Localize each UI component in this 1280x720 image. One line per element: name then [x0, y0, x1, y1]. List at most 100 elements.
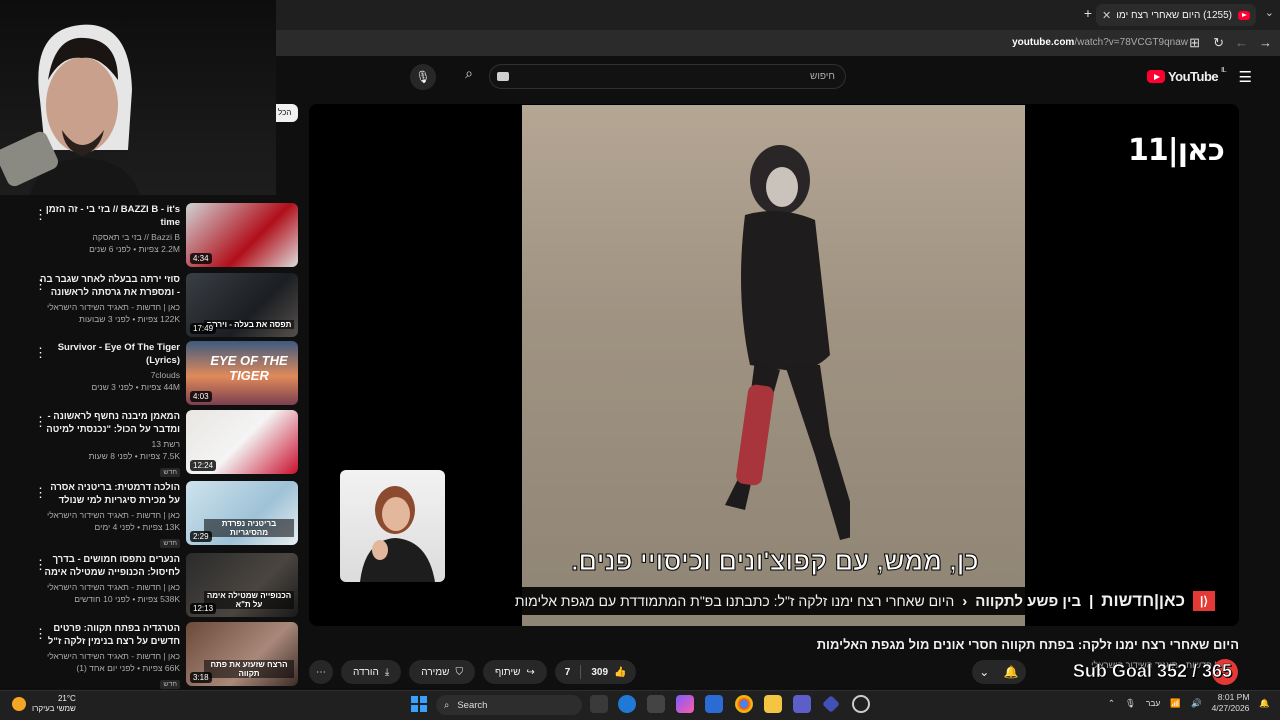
duration-badge: 4:03: [190, 391, 212, 402]
list-item[interactable]: בריטניה נפרדת מהסיגריות 2:29 הולכה דרמטי…: [30, 481, 298, 548]
taskbar-search[interactable]: ⌕ Search: [436, 695, 582, 715]
list-item[interactable]: 12:24 המאמן מיבנה נחשף לראשונה - ומדבר ע…: [30, 410, 298, 477]
more-actions-button[interactable]: ⋯: [309, 660, 333, 684]
video-info: סוזי ירתה בבעלה לאחר שגבר בה - ומספרת את…: [40, 273, 180, 324]
site-settings-icon[interactable]: ⊞: [1189, 35, 1200, 51]
list-item[interactable]: הכנופייה שמטילה אימה על ת"א 12:13 הנערים…: [30, 553, 298, 617]
video-subtitle: כן, ממש, עם קפוצ'ונים וכיסויי פנים.: [571, 546, 980, 577]
more-options-icon[interactable]: ⋮: [34, 626, 47, 642]
video-info: הולכה דרמטית: בריטניה אסרה על מכירת סיגר…: [40, 481, 180, 550]
url-domain: youtube.com: [1012, 37, 1075, 48]
search-icon: ⌕: [444, 699, 450, 711]
video-meta: 2.2M צפיות • לפני 6 שנים: [89, 244, 180, 254]
keyboard-icon[interactable]: [497, 72, 509, 81]
notification-bell-button[interactable]: ⌄ 🔔: [972, 660, 1026, 684]
youtube-logo[interactable]: YouTube IL: [1146, 67, 1226, 84]
video-thumbnail[interactable]: 4:34: [186, 203, 298, 267]
list-item[interactable]: 4:34 BAZZI B - it's // בזי בי - זה הזמן …: [30, 203, 298, 267]
windows-start-icon[interactable]: [411, 696, 427, 712]
download-button[interactable]: הורדה ⤓: [341, 660, 402, 684]
list-item[interactable]: EYE OF THE TIGER 4:03 Survivor - Eye Of …: [30, 341, 298, 405]
more-options-icon[interactable]: ⋮: [34, 557, 47, 573]
task-view-icon[interactable]: [590, 695, 608, 713]
list-item[interactable]: תפסה את בעלה - וירתה 17:49 סוזי ירתה בבע…: [30, 273, 298, 337]
thumbnail-caption: הרצח שזעזע את פתח תקווה: [204, 660, 294, 678]
share-button[interactable]: שיתוף ↪: [482, 660, 547, 684]
weather-widget[interactable]: 21°C שמשי בעיקרו: [12, 694, 76, 714]
channel-name: Bazzi B // בזי בי תאסקה: [92, 232, 180, 242]
video-meta: 66K צפיות • לפני יום אחד (1): [76, 663, 180, 673]
chevron-up-icon[interactable]: ⌃: [1108, 698, 1115, 709]
volume-icon[interactable]: 🔊: [1191, 698, 1202, 709]
microphone-icon[interactable]: 🎙: [1125, 698, 1136, 709]
menu-icon[interactable]: ☰: [1239, 68, 1252, 86]
dislike-button[interactable]: 7: [555, 667, 581, 678]
store-icon[interactable]: [647, 695, 665, 713]
lower-third-headline: היום שאחרי רצח ימנו זלקה ז"ל: כתבתנו בפ"…: [514, 593, 955, 609]
clock[interactable]: 8:01 PM 4/27/2026: [1212, 692, 1250, 714]
video-info: הטרגדיה בפתח תקווה: פרטים חדשים על רצח ב…: [40, 622, 180, 691]
more-options-icon[interactable]: ⋮: [34, 345, 47, 361]
more-horizontal-icon: ⋯: [316, 666, 326, 678]
download-icon: ⤓: [384, 666, 390, 678]
chrome-icon[interactable]: [735, 695, 753, 713]
lower-third-separator: |: [1089, 592, 1094, 610]
share-arrow-icon: ↪: [526, 666, 535, 678]
wifi-icon[interactable]: 📶: [1170, 698, 1181, 709]
video-title: BAZZI B - it's // בזי בי - זה הזמן time: [45, 204, 180, 228]
duration-badge: 3:18: [190, 672, 212, 683]
weather-desc: שמשי בעיקרו: [32, 704, 76, 713]
streamer-webcam-overlay: [0, 0, 276, 195]
more-options-icon[interactable]: ⋮: [34, 485, 47, 501]
youtube-play-icon: [1146, 70, 1165, 83]
obs-icon[interactable]: [852, 695, 870, 713]
more-options-icon[interactable]: ⋮: [34, 414, 47, 430]
url-path: /watch?v=78VCGT9qnaw: [1074, 37, 1188, 48]
close-tab-icon[interactable]: ✕: [1102, 9, 1111, 22]
youtube-logo-text: YouTube: [1167, 69, 1219, 84]
video-title: סוזי ירתה בבעלה לאחר שגבר בה - ומספרת את…: [40, 274, 180, 298]
filter-chip-all[interactable]: הכל: [276, 104, 298, 122]
file-explorer-icon[interactable]: [764, 695, 782, 713]
video-thumbnail[interactable]: הכנופייה שמטילה אימה על ת"א 12:13: [186, 553, 298, 617]
video-actions-bar: ⋯ הורדה ⤓ שמירה ⛉ שיתוף ↪ 7 309 👍: [309, 660, 637, 684]
save-button[interactable]: שמירה ⛉: [409, 660, 475, 684]
windows-taskbar: [0, 690, 1280, 720]
more-options-icon[interactable]: ⋮: [34, 277, 47, 293]
video-thumbnail[interactable]: 12:24: [186, 410, 298, 474]
notifications-icon[interactable]: 🔔: [1259, 698, 1270, 709]
browser-tab[interactable]: (1255) היום שאחרי רצח ימנו ✕: [1096, 4, 1256, 26]
new-tab-icon[interactable]: +: [1084, 5, 1092, 21]
search-icon[interactable]: ⌕: [456, 65, 482, 89]
sign-language-interpreter-inset: [340, 470, 445, 582]
video-thumbnail[interactable]: תפסה את בעלה - וירתה 17:49: [186, 273, 298, 337]
reload-icon[interactable]: ↻: [1213, 35, 1224, 51]
duration-badge: 17:49: [190, 323, 217, 334]
voice-search-mic-icon[interactable]: 🎙: [410, 64, 436, 90]
teams-icon[interactable]: [793, 695, 811, 713]
edge-icon[interactable]: [618, 695, 636, 713]
back-icon[interactable]: →: [1259, 35, 1272, 50]
language-indicator[interactable]: עבר: [1146, 698, 1161, 708]
tab-menu-chevron-icon[interactable]: ⌄: [1265, 6, 1274, 19]
chevron-left-icon: ‹: [962, 592, 968, 610]
video-thumbnail[interactable]: EYE OF THE TIGER 4:03: [186, 341, 298, 405]
chevron-down-icon: ⌄: [979, 665, 990, 679]
copilot-icon[interactable]: [676, 695, 694, 713]
search-input[interactable]: חיפוש: [489, 64, 846, 89]
like-dislike-group: 7 309 👍: [554, 660, 637, 684]
like-button[interactable]: 309 👍: [581, 667, 636, 678]
channel-name: רשת 13: [151, 439, 180, 449]
forward-icon[interactable]: ←: [1235, 35, 1248, 50]
video-thumbnail[interactable]: הרצח שזעזע את פתח תקווה 3:18: [186, 622, 298, 686]
streamer-image: [0, 24, 140, 195]
m365-icon[interactable]: [705, 695, 723, 713]
share-label: שיתוף: [494, 666, 521, 678]
more-options-icon[interactable]: ⋮: [34, 207, 47, 223]
like-count: 309: [591, 666, 609, 678]
lower-third-network: כאן|חדשות: [1101, 591, 1185, 610]
url-text[interactable]: youtube.com/watch?v=78VCGT9qnaw: [1012, 37, 1188, 48]
video-thumbnail[interactable]: בריטניה נפרדת מהסיגריות 2:29: [186, 481, 298, 545]
list-item[interactable]: הרצח שזעזע את פתח תקווה 3:18 הטרגדיה בפת…: [30, 622, 298, 689]
stream-sub-goal-overlay: Sub Goal 352 / 365: [1072, 661, 1233, 682]
